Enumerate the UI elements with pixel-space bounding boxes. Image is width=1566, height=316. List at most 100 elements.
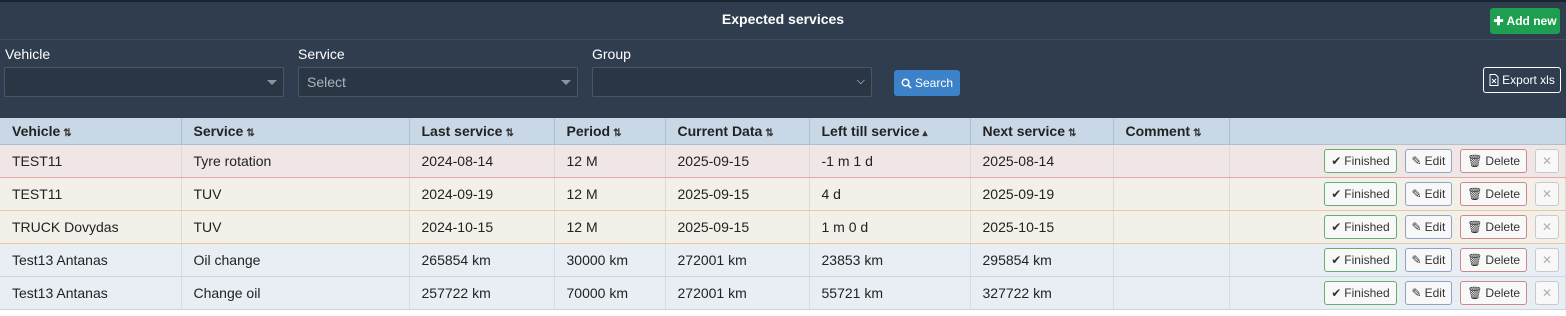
group-select[interactable]: ⌵ <box>592 67 872 97</box>
table-header-row: Vehicle ⇅ Service ⇅ Last service ⇅ Period ⇅ … <box>0 118 1566 145</box>
cell-period: 12 M <box>554 144 666 178</box>
check-icon: ✔ <box>1331 187 1342 201</box>
export-label: Export xls <box>1502 73 1555 87</box>
column-header-left-till-service[interactable]: Left till service ▴ <box>809 118 971 145</box>
table-row: Test13 Antanas Change oil 257722 km 7000… <box>0 276 1566 310</box>
edit-label: Edit <box>1424 286 1446 300</box>
row-actions: ✔ Finished ✎ Edit 🗑︎ Delete ✕ <box>1229 243 1566 277</box>
cell-left-till-service: 23853 km <box>809 243 971 277</box>
pencil-icon: ✎ <box>1411 220 1422 234</box>
edit-button[interactable]: ✎ Edit <box>1404 248 1453 272</box>
dismiss-button[interactable]: ✕ <box>1535 215 1559 239</box>
cell-next-service: 327722 km <box>970 276 1114 310</box>
trash-icon: 🗑︎ <box>1467 220 1483 234</box>
finished-button[interactable]: ✔ Finished <box>1324 248 1397 272</box>
cell-left-till-service: 55721 km <box>809 276 971 310</box>
cell-last-service: 265854 km <box>409 243 555 277</box>
column-header-actions <box>1229 118 1566 145</box>
delete-button[interactable]: 🗑︎ Delete <box>1460 182 1528 206</box>
column-header-vehicle[interactable]: Vehicle ⇅ <box>0 118 182 145</box>
cell-next-service: 2025-08-14 <box>970 144 1114 178</box>
delete-button[interactable]: 🗑︎ Delete <box>1460 149 1528 173</box>
add-new-label: Add new <box>1506 14 1557 28</box>
cell-vehicle: TRUCK Dovydas <box>0 210 182 244</box>
sort-asc-icon: ▴ <box>922 128 928 139</box>
finished-label: Finished <box>1344 154 1390 168</box>
sort-icon: ⇅ <box>246 128 255 139</box>
cell-comment <box>1113 243 1230 277</box>
delete-label: Delete <box>1485 286 1521 300</box>
edit-label: Edit <box>1424 187 1446 201</box>
search-label: Search <box>914 76 954 90</box>
trash-icon: 🗑︎ <box>1467 253 1483 267</box>
sort-icon: ⇅ <box>1068 128 1077 139</box>
sort-icon: ⇅ <box>1193 128 1202 139</box>
chevron-down-icon: ⌵ <box>856 75 865 87</box>
table-row: Test13 Antanas Oil change 265854 km 3000… <box>0 243 1566 277</box>
cell-service: Oil change <box>181 243 410 277</box>
export-xls-button[interactable]: Export xls <box>1483 67 1561 93</box>
check-icon: ✔ <box>1331 220 1342 234</box>
cell-service: TUV <box>181 177 410 211</box>
column-header-current-data[interactable]: Current Data ⇅ <box>665 118 810 145</box>
cell-last-service: 257722 km <box>409 276 555 310</box>
cell-period: 12 M <box>554 177 666 211</box>
cell-last-service: 2024-10-15 <box>409 210 555 244</box>
cell-service: TUV <box>181 210 410 244</box>
delete-button[interactable]: 🗑︎ Delete <box>1460 281 1528 305</box>
edit-label: Edit <box>1424 253 1446 267</box>
group-filter-label: Group <box>592 46 631 62</box>
column-header-last-service[interactable]: Last service ⇅ <box>409 118 555 145</box>
edit-button[interactable]: ✎ Edit <box>1404 182 1453 206</box>
edit-button[interactable]: ✎ Edit <box>1404 149 1453 173</box>
trash-icon: 🗑︎ <box>1467 154 1483 168</box>
cell-period: 70000 km <box>554 276 666 310</box>
trash-icon: 🗑︎ <box>1467 187 1483 201</box>
file-excel-icon <box>1489 74 1499 86</box>
finished-button[interactable]: ✔ Finished <box>1324 215 1397 239</box>
service-select-value: Select <box>307 74 346 90</box>
cell-current-data: 2025-09-15 <box>665 177 810 211</box>
finished-button[interactable]: ✔ Finished <box>1324 281 1397 305</box>
search-icon <box>901 78 912 89</box>
pencil-icon: ✎ <box>1411 253 1422 267</box>
dismiss-button[interactable]: ✕ <box>1535 182 1559 206</box>
sort-icon: ⇅ <box>505 128 514 139</box>
vehicle-select[interactable] <box>4 67 284 97</box>
delete-button[interactable]: 🗑︎ Delete <box>1460 248 1528 272</box>
cell-comment <box>1113 177 1230 211</box>
filter-panel: Expected services ✚ Add new Vehicle Serv… <box>0 0 1566 118</box>
cell-next-service: 2025-09-19 <box>970 177 1114 211</box>
delete-label: Delete <box>1485 187 1521 201</box>
cell-vehicle: TEST11 <box>0 144 182 178</box>
column-header-comment[interactable]: Comment ⇅ <box>1113 118 1230 145</box>
dismiss-button[interactable]: ✕ <box>1535 248 1559 272</box>
delete-button[interactable]: 🗑︎ Delete <box>1460 215 1528 239</box>
search-button[interactable]: Search <box>894 70 960 96</box>
cell-current-data: 272001 km <box>665 276 810 310</box>
row-actions: ✔ Finished ✎ Edit 🗑︎ Delete ✕ <box>1229 276 1566 310</box>
cell-left-till-service: 4 d <box>809 177 971 211</box>
cell-vehicle: Test13 Antanas <box>0 243 182 277</box>
services-table: Vehicle ⇅ Service ⇅ Last service ⇅ Period ⇅ … <box>0 118 1566 310</box>
finished-button[interactable]: ✔ Finished <box>1324 149 1397 173</box>
page-title: Expected services <box>721 11 845 27</box>
add-new-button[interactable]: ✚ Add new <box>1490 8 1560 34</box>
edit-label: Edit <box>1424 154 1446 168</box>
finished-button[interactable]: ✔ Finished <box>1324 182 1397 206</box>
service-filter-label: Service <box>298 46 345 62</box>
edit-button[interactable]: ✎ Edit <box>1404 215 1453 239</box>
cell-next-service: 295854 km <box>970 243 1114 277</box>
dismiss-button[interactable]: ✕ <box>1535 149 1559 173</box>
plus-icon: ✚ <box>1493 14 1504 28</box>
service-select[interactable]: Select <box>298 67 578 97</box>
column-header-service[interactable]: Service ⇅ <box>181 118 410 145</box>
cell-service: Tyre rotation <box>181 144 410 178</box>
close-icon: ✕ <box>1541 154 1553 168</box>
cell-vehicle: TEST11 <box>0 177 182 211</box>
row-actions: ✔ Finished ✎ Edit 🗑︎ Delete ✕ <box>1229 210 1566 244</box>
column-header-next-service[interactable]: Next service ⇅ <box>970 118 1114 145</box>
column-header-period[interactable]: Period ⇅ <box>554 118 666 145</box>
edit-button[interactable]: ✎ Edit <box>1404 281 1453 305</box>
dismiss-button[interactable]: ✕ <box>1535 281 1559 305</box>
